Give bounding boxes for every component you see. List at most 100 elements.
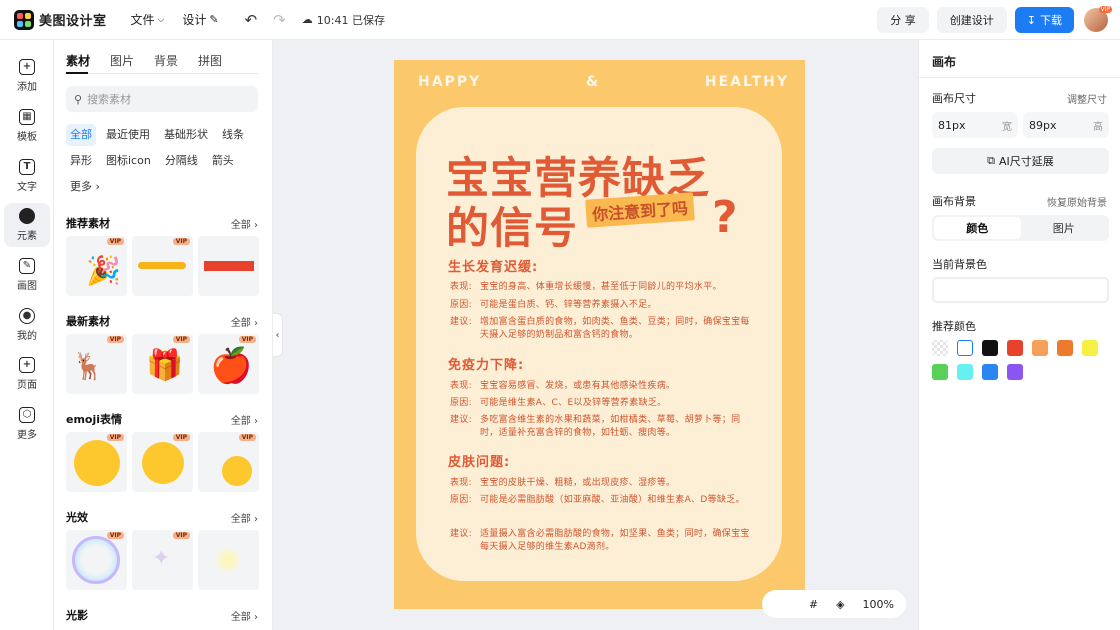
- nav-template[interactable]: ▦ 模板: [4, 104, 50, 148]
- design-menu[interactable]: 设计 ✎: [182, 11, 218, 28]
- plus-icon: +: [19, 59, 35, 75]
- line-key: 表现:: [450, 381, 472, 391]
- thinking-emoji[interactable]: VIP: [132, 432, 193, 492]
- section-all-link[interactable]: 全部 ›: [231, 216, 258, 231]
- nav-draw[interactable]: ✎ 画图: [4, 253, 50, 297]
- edit-icon: ✎: [209, 13, 219, 26]
- tab-images[interactable]: 图片: [110, 52, 134, 69]
- left-nav: + 添加 ▦ 模板 T 文字 元素 ✎ 画图 ● 我的 + 页面 ⬡ 更多: [0, 40, 54, 630]
- bg-image-option[interactable]: 图片: [1021, 217, 1108, 239]
- color-swatch[interactable]: [932, 364, 948, 380]
- restore-bg-link[interactable]: 恢复原始背景: [1047, 194, 1107, 209]
- color-swatch[interactable]: [957, 364, 973, 380]
- undo-icon[interactable]: ↶: [245, 11, 258, 29]
- panel-title: 画布: [932, 55, 957, 69]
- section-all-link[interactable]: 全部 ›: [231, 510, 258, 525]
- poster-question-mark: ?: [712, 192, 738, 243]
- nav-text[interactable]: T 文字: [4, 154, 50, 198]
- nav-label: 更多: [17, 430, 37, 441]
- nav-label: 我的: [17, 331, 37, 342]
- chip-irregular[interactable]: 异形: [66, 150, 96, 172]
- poster-canvas[interactable]: HAPPY & HEALTHY 宝宝营养缺乏 的信号 你注意到了吗 ? 生长发育…: [394, 60, 805, 609]
- poster-line: 建议: 适量摄入富含必需脂肪酸的食物，如坚果、鱼类；同时，确保宝宝每天摄入足够的维…: [450, 528, 756, 554]
- yellow-stroke-sticker[interactable]: VIP: [132, 236, 193, 296]
- chip-shapes[interactable]: 基础形状: [160, 124, 212, 146]
- chip-arrows[interactable]: 箭头: [208, 150, 238, 172]
- ai-resize-button[interactable]: ⧉ AI尺寸延展: [932, 148, 1109, 174]
- nav-page[interactable]: + 页面: [4, 352, 50, 396]
- party-popper-sticker[interactable]: VIP 🎉: [66, 236, 127, 296]
- color-swatches: [932, 340, 1112, 380]
- poster-line: 表现: 宝宝的皮肤干燥、粗糙，或出现皮疹、湿疹等。: [450, 477, 756, 490]
- chip-recent[interactable]: 最近使用: [102, 124, 154, 146]
- recommended-colors-label: 推荐颜色: [932, 320, 976, 333]
- app-logo[interactable]: 美图设计室: [14, 9, 107, 30]
- red-bar-sticker[interactable]: [198, 236, 259, 296]
- chip-more[interactable]: 更多 ›: [66, 176, 104, 198]
- poster-heading: 免疫力下降:: [443, 354, 529, 373]
- color-swatch[interactable]: [1032, 340, 1048, 356]
- sleigh-sticker[interactable]: VIP 🦌: [66, 334, 127, 394]
- chip-all[interactable]: 全部: [66, 124, 96, 146]
- bg-color-option[interactable]: 颜色: [934, 217, 1021, 239]
- tab-materials[interactable]: 素材: [66, 52, 90, 69]
- tab-backgrounds[interactable]: 背景: [154, 52, 178, 69]
- zoom-level[interactable]: 100%: [863, 598, 894, 611]
- vip-badge: VIP: [238, 434, 256, 441]
- chevron-left-icon: ‹: [275, 329, 280, 341]
- section-title: 推荐素材: [66, 217, 110, 230]
- share-button[interactable]: 分 享: [877, 7, 929, 33]
- shocked-emoji[interactable]: VIP: [66, 432, 127, 492]
- poster-heading: 皮肤问题:: [443, 451, 515, 470]
- color-swatch[interactable]: [982, 340, 998, 356]
- section-all-link[interactable]: 全部 ›: [231, 608, 258, 623]
- poster-line: 表现: 宝宝的身高、体重增长缓慢，甚至低于同龄儿的平均水平。: [450, 281, 756, 294]
- poster-line: 表现: 宝宝容易感冒、发烧，或患有其他感染性疾病。: [450, 380, 756, 393]
- color-swatch[interactable]: [1082, 340, 1098, 356]
- nav-elements[interactable]: 元素: [4, 203, 50, 247]
- tab-collage[interactable]: 拼图: [198, 52, 222, 69]
- nav-more[interactable]: ⬡ 更多: [4, 402, 50, 446]
- create-design-button[interactable]: 创建设计: [936, 7, 1007, 33]
- checklist-emoji[interactable]: VIP: [198, 432, 259, 492]
- height-field[interactable]: 89px 高: [1023, 112, 1109, 138]
- color-swatch[interactable]: [982, 364, 998, 380]
- collapse-panel-button[interactable]: ‹: [273, 313, 283, 357]
- chip-lines[interactable]: 线条: [218, 124, 248, 146]
- nav-mine[interactable]: ● 我的: [4, 303, 50, 347]
- color-swatch[interactable]: [1007, 364, 1023, 380]
- chip-dividers[interactable]: 分隔线: [161, 150, 202, 172]
- file-menu[interactable]: 文件 ⌵: [131, 11, 165, 28]
- chip-icons[interactable]: 图标icon: [102, 150, 155, 172]
- thumb-row: VIP VIP VIP: [66, 432, 259, 492]
- apple-sticker[interactable]: VIP 🍎: [198, 334, 259, 394]
- nav-add[interactable]: + 添加: [4, 54, 50, 98]
- sparkle-effect[interactable]: VIP ✦: [132, 530, 193, 590]
- download-button[interactable]: ↧ 下载: [1014, 7, 1074, 33]
- save-status: ☁ 10:41 已保存: [302, 12, 385, 28]
- width-unit: 宽: [1002, 121, 1012, 133]
- grid-icon[interactable]: #: [809, 598, 818, 611]
- color-swatch[interactable]: [1057, 340, 1073, 356]
- color-swatch[interactable]: [957, 340, 973, 356]
- layers-icon[interactable]: ◈: [836, 598, 844, 611]
- line-value: 可能是维生素A、C、E以及锌等营养素缺乏。: [480, 398, 667, 408]
- section-title: emoji表情: [66, 413, 123, 426]
- section-all-link[interactable]: 全部 ›: [231, 314, 258, 329]
- line-value: 宝宝的身高、体重增长缓慢，甚至低于同龄儿的平均水平。: [480, 282, 722, 292]
- color-swatch[interactable]: [1007, 340, 1023, 356]
- section-all-link[interactable]: 全部 ›: [231, 412, 258, 427]
- width-field[interactable]: 81px 宽: [932, 112, 1018, 138]
- color-swatch[interactable]: [932, 340, 948, 356]
- vip-badge: VIP: [238, 336, 256, 343]
- redo-icon[interactable]: ↷: [273, 11, 286, 29]
- snow-globe-sticker[interactable]: VIP 🎁: [132, 334, 193, 394]
- avatar[interactable]: VIP: [1084, 6, 1112, 32]
- search-input[interactable]: ⚲ 搜索素材: [66, 86, 258, 112]
- poster-line: 建议: 多吃富含维生素的水果和蔬菜，如柑橘类、草莓、胡萝卜等；同时，适量补充富含锌…: [450, 414, 756, 440]
- current-bg-color[interactable]: [932, 277, 1109, 303]
- line-key: 建议:: [450, 317, 472, 327]
- bubble-effect[interactable]: VIP: [66, 530, 127, 590]
- resize-link[interactable]: 调整尺寸: [1067, 91, 1107, 106]
- glow-effect[interactable]: [198, 530, 259, 590]
